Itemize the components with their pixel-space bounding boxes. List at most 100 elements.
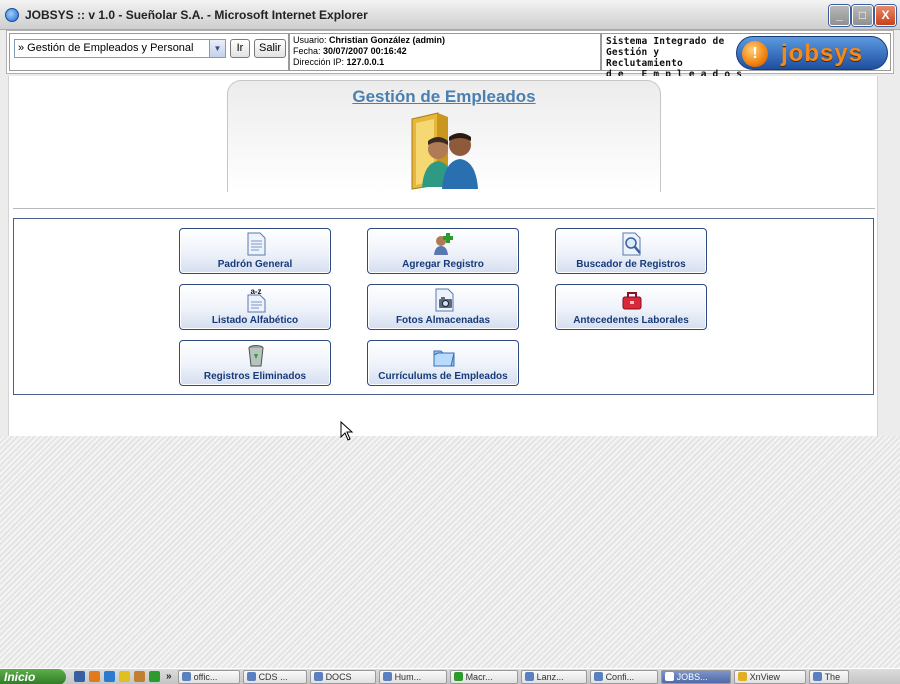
app-icon	[382, 672, 392, 681]
app-icon	[246, 672, 256, 681]
messenger-icon[interactable]	[119, 671, 130, 682]
module-nav: » Gestión de Empleados y Personal ▼ Ir S…	[9, 33, 289, 71]
empty-background	[0, 436, 900, 668]
tile-label: Agregar Registro	[402, 259, 484, 270]
taskbar-item[interactable]: DOCS	[309, 669, 376, 684]
window-title: JOBSYS :: v 1.0 - Sueñolar S.A. - Micros…	[25, 7, 368, 22]
app-icon	[313, 672, 323, 681]
date-value: 30/07/2007 00:16:42	[323, 46, 407, 56]
svg-text:a-z: a-z	[250, 287, 261, 296]
xnview-icon	[737, 672, 747, 681]
taskbar-item[interactable]: The	[808, 669, 849, 684]
tile-label: Listado Alfabético	[211, 315, 299, 326]
user-value: Christian González (admin)	[329, 35, 446, 45]
taskbar-item-label: The	[824, 671, 841, 682]
taskbar-item-label: Macr...	[465, 671, 493, 682]
taskbar-item-label: XnView	[749, 671, 780, 682]
jobsys-logo: ! jobsys	[736, 36, 888, 70]
app-icon	[524, 672, 534, 681]
tile-buscador-registros[interactable]: Buscador de Registros	[555, 228, 707, 274]
logo-orb-icon: !	[742, 41, 768, 67]
ie-icon[interactable]	[104, 671, 115, 682]
firefox-icon[interactable]	[89, 671, 100, 682]
tile-antecedentes-laborales[interactable]: Antecedentes Laborales	[555, 284, 707, 330]
exit-button[interactable]: Salir	[254, 39, 286, 58]
tile-label: Currículums de Empleados	[378, 371, 508, 382]
minimize-button[interactable]: _	[829, 5, 850, 26]
window-title-bar[interactable]: JOBSYS :: v 1.0 - Sueñolar S.A. - Micros…	[0, 0, 900, 30]
taskbar-item-active[interactable]: JOBS...	[660, 669, 731, 684]
taskbar-item-label: Confi...	[605, 671, 635, 682]
start-button[interactable]: Inicio	[0, 669, 66, 684]
brand-line-1: Sistema Integrado de	[606, 36, 725, 47]
photos-icon	[435, 288, 454, 312]
add-user-icon	[434, 233, 453, 255]
close-button[interactable]: X	[875, 5, 896, 26]
employees-folder-icon	[411, 112, 478, 190]
toolbox-icon	[622, 292, 642, 310]
taskbar-item[interactable]: Hum...	[378, 669, 447, 684]
tile-agregar-registro[interactable]: Agregar Registro	[367, 228, 519, 274]
tile-label: Fotos Almacenadas	[395, 315, 491, 326]
app-icon	[812, 672, 822, 681]
desktop-icon[interactable]	[74, 671, 85, 682]
alphabetical-list-icon: a-z	[247, 287, 266, 313]
taskbar-overflow[interactable]: »	[166, 671, 172, 682]
page-title[interactable]: Gestión de Empleados	[228, 87, 660, 107]
brand-area: Sistema Integrado de Gestión y Reclutami…	[601, 33, 891, 80]
document-icon	[247, 232, 266, 256]
tile-label: Padrón General	[217, 259, 293, 270]
module-select[interactable]: » Gestión de Empleados y Personal ▼	[14, 39, 226, 58]
go-button[interactable]: Ir	[230, 39, 250, 58]
section-header: Gestión de Empleados	[227, 80, 661, 192]
dreamweaver-icon[interactable]	[149, 671, 160, 682]
tile-label: Buscador de Registros	[576, 259, 686, 270]
window-controls: _ □ X	[829, 5, 896, 26]
app-icon	[453, 672, 463, 681]
app-header: » Gestión de Empleados y Personal ▼ Ir S…	[6, 30, 894, 80]
taskbar-item[interactable]: offic...	[177, 669, 240, 684]
divider	[13, 208, 875, 209]
search-document-icon	[622, 232, 641, 256]
tile-registros-eliminados[interactable]: Registros Eliminados	[179, 340, 331, 386]
taskbar-item-label: DOCS	[325, 671, 352, 682]
chevron-down-icon[interactable]: ▼	[209, 40, 225, 57]
ie-icon	[5, 7, 19, 22]
menu-grid: Padrón General Agregar Registro Buscador…	[13, 218, 874, 395]
module-select-value: » Gestión de Empleados y Personal	[18, 42, 194, 54]
brand-line-2: Gestión y Reclutamiento	[606, 47, 683, 69]
app-icon	[593, 672, 603, 681]
app-icon	[181, 672, 191, 681]
logo-text: jobsys	[781, 40, 864, 67]
taskbar: Inicio » offic... CDS ... DOCS Hum... Ma…	[0, 668, 900, 684]
taskbar-item[interactable]: Macr...	[449, 669, 518, 684]
taskbar-item[interactable]: CDS ...	[242, 669, 307, 684]
mouse-pointer-icon	[340, 421, 354, 441]
tile-curriculums-empleados[interactable]: Currículums de Empleados	[367, 340, 519, 386]
maximize-button[interactable]: □	[852, 5, 873, 26]
taskbar-item-label: Hum...	[394, 671, 422, 682]
recycle-bin-icon	[248, 345, 264, 367]
quick-launch	[74, 671, 160, 682]
taskbar-item-label: Lanz...	[536, 671, 564, 682]
tile-label: Antecedentes Laborales	[573, 315, 689, 326]
folder-icon	[433, 350, 455, 367]
session-info: Usuario: Christian González (admin) Fech…	[289, 33, 601, 71]
taskbar-item[interactable]: Lanz...	[520, 669, 587, 684]
tile-label: Registros Eliminados	[203, 371, 307, 382]
taskbar-item[interactable]: Confi...	[589, 669, 658, 684]
tile-fotos-almacenadas[interactable]: Fotos Almacenadas	[367, 284, 519, 330]
user-label: Usuario:	[293, 35, 327, 45]
app-icon[interactable]	[134, 671, 145, 682]
ip-value: 127.0.0.1	[346, 57, 385, 67]
ie-icon	[664, 672, 674, 681]
tile-padron-general[interactable]: Padrón General	[179, 228, 331, 274]
taskbar-item[interactable]: XnView	[733, 669, 806, 684]
tile-listado-alfabetico[interactable]: a-z Listado Alfabético	[179, 284, 331, 330]
ip-label: Dirección IP:	[293, 57, 345, 67]
taskbar-item-label: JOBS...	[676, 671, 708, 682]
taskbar-item-label: offic...	[193, 671, 218, 682]
main-panel: Gestión de Empleados Padrón General Agre…	[8, 76, 878, 436]
brand-tagline: Sistema Integrado de Gestión y Reclutami…	[606, 36, 742, 80]
date-label: Fecha:	[293, 46, 321, 56]
